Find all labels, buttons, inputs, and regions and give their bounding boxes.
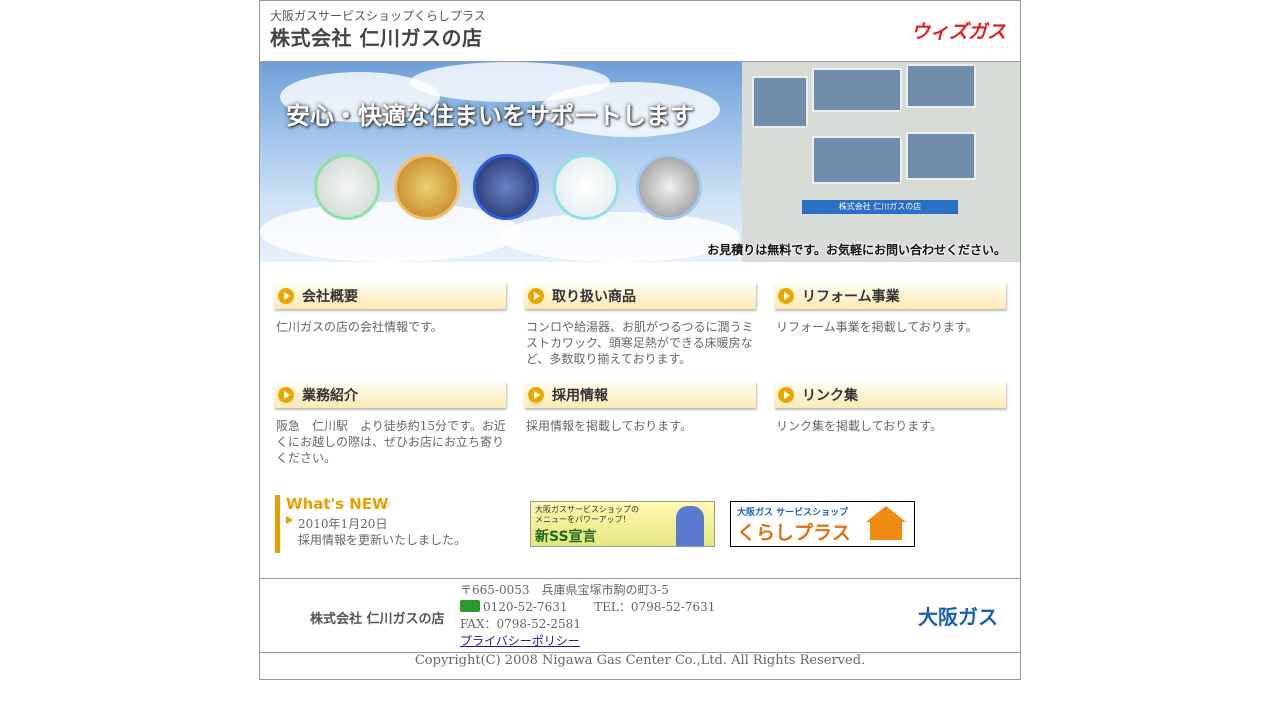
menu-business-button[interactable]: 業務紹介 [274, 381, 506, 408]
cloud-decoration [260, 202, 520, 262]
with-gas-logo[interactable]: ウィズガス [911, 17, 1006, 44]
menu-label: リンク集 [802, 387, 858, 404]
news-date: 2010年1月20日 [298, 517, 388, 531]
cloud-decoration [500, 212, 740, 262]
menu-recruit-button[interactable]: 採用情報 [524, 381, 756, 408]
menu-company-button[interactable]: 会社概要 [274, 282, 506, 309]
menu-label: 取り扱い商品 [552, 288, 636, 305]
building-window [812, 136, 902, 184]
news-item[interactable]: 採用情報を更新いたしました。 [298, 531, 466, 548]
menu-business: 業務紹介 阪急 仁川駅 より徒歩約15分です。お近くにお越しの際は、ぜひお店にお… [274, 381, 506, 466]
menu-label: 会社概要 [302, 288, 358, 305]
privacy-policy-link[interactable]: プライバシーポリシー [460, 633, 715, 650]
play-arrow-icon [528, 386, 544, 403]
footer-phone-line: 0120-52-7631 TEL：0798-52-7631 [460, 599, 715, 616]
building-window [906, 132, 976, 180]
house-icon [866, 506, 906, 522]
menu-links-button[interactable]: リンク集 [774, 381, 1006, 408]
menu-description: コンロや給湯器、お肌がつるつるに潤うミストカワック、頭寒足熱ができる床暖房など、… [526, 320, 754, 366]
site-header: 大阪ガスサービスショップくらしプラス 株式会社 仁川ガスの店 ウィズガス [260, 1, 1020, 62]
site-footer: 株式会社 仁川ガスの店 〒665-0053 兵庫県宝塚市駒の町3-5 0120-… [260, 578, 1020, 653]
play-arrow-icon [778, 287, 794, 304]
gas-stove-icon [473, 154, 539, 220]
mist-sauna-icon [636, 154, 702, 220]
footer-contact: 〒665-0053 兵庫県宝塚市駒の町3-5 0120-52-7631 TEL：… [460, 582, 715, 650]
banner-title: くらしプラス [737, 522, 851, 544]
hero-headline: 安心・快適な住まいをサポートします [286, 102, 694, 130]
building-window [752, 76, 808, 128]
building-window [906, 64, 976, 108]
whats-new-section: What's NEW 2010年1月20日 採用情報を更新いたしました。 [275, 495, 510, 553]
site-title[interactable]: 株式会社 仁川ガスの店 [270, 22, 482, 51]
footer-tel: TEL：0798-52-7631 [594, 600, 716, 614]
menu-reform: リフォーム事業 リフォーム事業を掲載しております。 [774, 282, 1006, 335]
menu-products-button[interactable]: 取り扱い商品 [524, 282, 756, 309]
play-arrow-icon [528, 287, 544, 304]
menu-description: 仁川ガスの店の会社情報です。 [276, 320, 443, 334]
water-heater-icon [314, 154, 380, 220]
building-window [812, 68, 902, 112]
menu-links: リンク集 リンク集を掲載しております。 [774, 381, 1006, 434]
floor-heating-icon [394, 154, 460, 220]
shop-sign: 株式会社 仁川ガスの店 [802, 200, 958, 214]
osaka-gas-logo[interactable]: 大阪ガス [918, 601, 998, 630]
menu-company: 会社概要 仁川ガスの店の会社情報です。 [274, 282, 506, 335]
whats-new-heading: What's NEW [286, 495, 389, 513]
play-arrow-icon [278, 287, 294, 304]
hero-banner: 安心・快適な住まいをサポートします 株式会社 仁川ガスの店 お見積りは無料です。… [260, 62, 1020, 262]
boiler-icon [553, 154, 619, 220]
play-arrow-icon [778, 386, 794, 403]
banner-text: 大阪ガス サービスショップ [737, 508, 849, 518]
hero-caption: お見積りは無料です。お気軽にお問い合わせください。 [707, 243, 1006, 257]
menu-label: 業務紹介 [302, 387, 358, 404]
menu-label: 採用情報 [552, 387, 608, 404]
arrow-right-icon [286, 516, 293, 524]
menu-label: リフォーム事業 [802, 288, 900, 305]
menu-description: 採用情報を掲載しております。 [526, 419, 693, 433]
footer-address: 〒665-0053 兵庫県宝塚市駒の町3-5 [460, 583, 669, 597]
mascot-icon [676, 506, 704, 546]
banner-text: メニューをパワーアップ！ [535, 515, 631, 524]
menu-reform-button[interactable]: リフォーム事業 [774, 282, 1006, 309]
footer-freedial: 0120-52-7631 [483, 600, 568, 614]
new-ss-banner[interactable]: 大阪ガスサービスショップの メニューをパワーアップ！ 新SS宣言 [530, 501, 715, 547]
kurashi-plus-banner[interactable]: 大阪ガス サービスショップ くらしプラス [730, 501, 915, 547]
shop-building-photo: 株式会社 仁川ガスの店 [742, 62, 1020, 262]
menu-description: 阪急 仁川駅 より徒歩約15分です。お近くにお越しの際は、ぜひお店にお立ち寄りく… [276, 419, 506, 465]
menu-description: リンク集を掲載しております。 [776, 419, 943, 433]
menu-products: 取り扱い商品 コンロや給湯器、お肌がつるつるに潤うミストカワック、頭寒足熱ができ… [524, 282, 756, 367]
footer-company: 株式会社 仁川ガスの店 [310, 612, 445, 627]
banner-title: 新SS宣言 [535, 529, 597, 545]
footer-fax: FAX：0798-52-2581 [460, 617, 581, 631]
copyright: Copyright(C) 2008 Nigawa Gas Center Co.,… [414, 653, 866, 668]
menu-description: リフォーム事業を掲載しております。 [776, 320, 978, 334]
menu-recruit: 採用情報 採用情報を掲載しております。 [524, 381, 756, 434]
play-arrow-icon [278, 386, 294, 403]
house-icon [870, 522, 902, 540]
freedial-icon [460, 600, 480, 612]
page-container: 大阪ガスサービスショップくらしプラス 株式会社 仁川ガスの店 ウィズガス 安心・… [259, 0, 1021, 680]
